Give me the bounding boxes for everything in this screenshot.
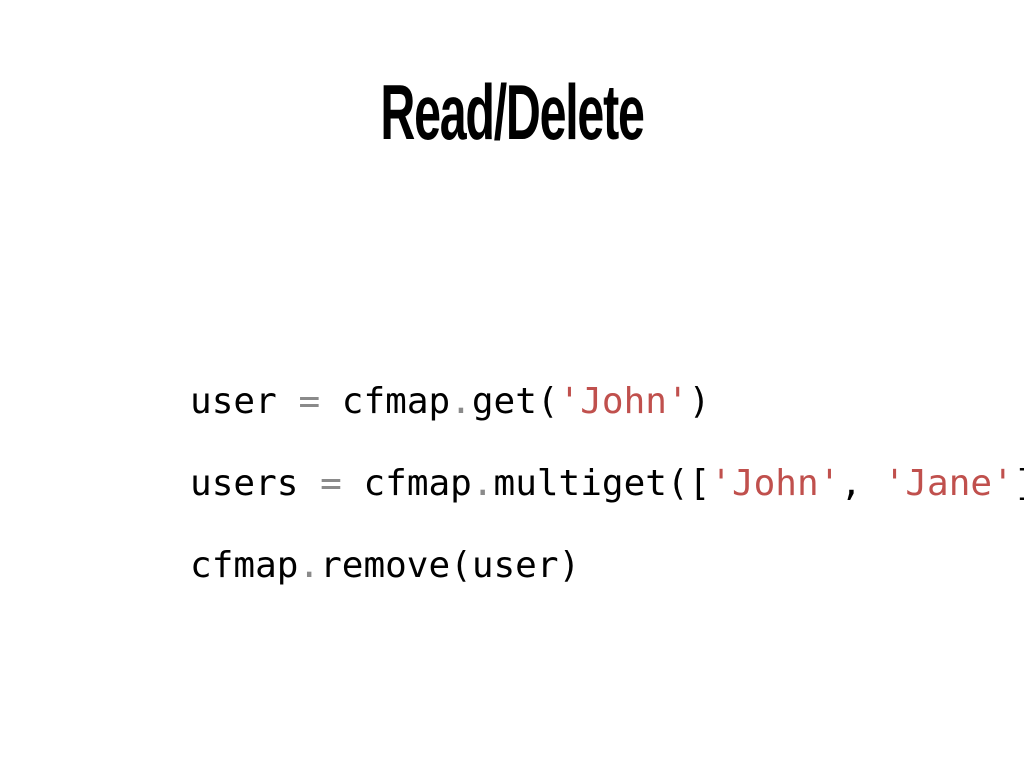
code-token: )	[688, 381, 711, 422]
code-token: cfmap	[190, 545, 299, 586]
code-token: get(	[471, 381, 559, 422]
code-token: cfmap	[341, 463, 472, 504]
code-token: cfmap	[320, 381, 451, 422]
code-line-2: users = cfmap.multiget(['John', 'Jane'])	[60, 418, 1024, 504]
code-string: 'John'	[710, 463, 841, 504]
code-operator: .	[471, 463, 494, 504]
code-token: ])	[1014, 463, 1024, 504]
slide-title: Read/Delete	[380, 68, 644, 156]
code-operator: .	[298, 545, 321, 586]
code-token: multiget([	[493, 463, 711, 504]
code-token: remove(user)	[320, 545, 581, 586]
slide: Read/Delete user = cfmap.get('John') use…	[0, 0, 1024, 768]
code-operator: =	[320, 463, 342, 504]
code-operator: .	[450, 381, 472, 422]
code-block: user = cfmap.get('John') users = cfmap.m…	[60, 336, 1024, 586]
code-token: users	[190, 463, 299, 504]
code-token: user	[190, 381, 277, 422]
code-operator: =	[298, 381, 321, 422]
code-string: 'Jane'	[883, 463, 1014, 504]
code-line-3: cfmap.remove(user)	[60, 500, 1024, 586]
code-string: 'John'	[558, 381, 689, 422]
code-line-1: user = cfmap.get('John')	[60, 336, 1024, 422]
code-token: ,	[840, 463, 884, 504]
